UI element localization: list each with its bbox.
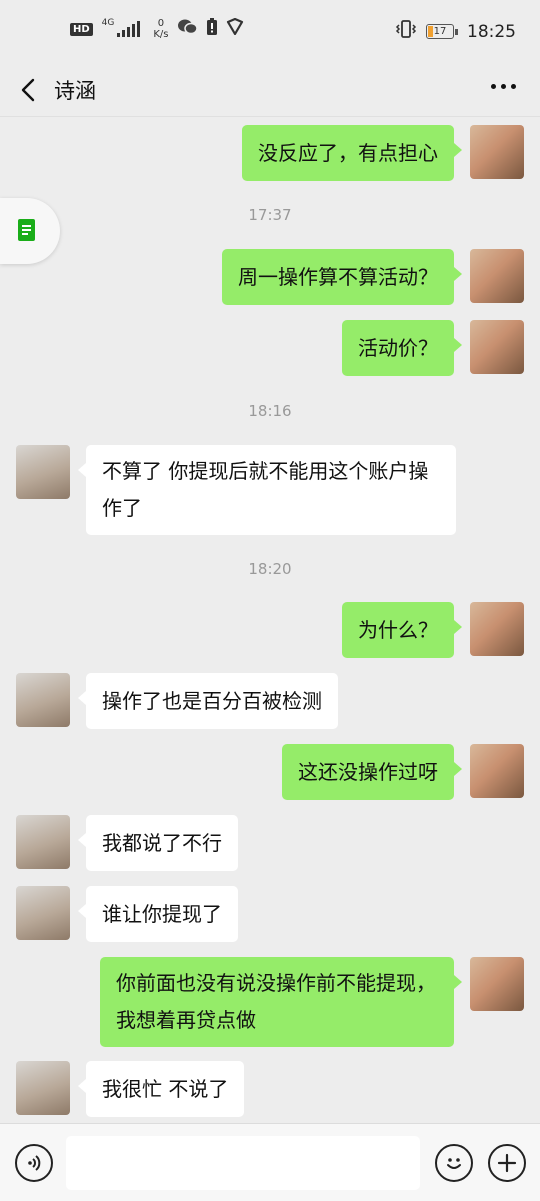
my-message-bubble[interactable]: 为什么？ <box>342 602 462 658</box>
my-message-bubble[interactable]: 活动价？ <box>342 320 462 376</box>
contact-avatar[interactable] <box>16 673 70 727</box>
battery-alert-icon <box>206 18 217 40</box>
my-message-bubble[interactable]: 没反应了，有点担心 <box>242 125 462 181</box>
contact-avatar[interactable] <box>16 445 70 499</box>
input-bar <box>0 1123 540 1201</box>
contact-message-bubble[interactable]: 谁让你提现了 <box>78 886 238 942</box>
vibrate-icon <box>395 20 417 43</box>
contact-avatar[interactable] <box>16 1061 70 1115</box>
my-avatar[interactable] <box>470 249 524 303</box>
battery-level: 17 <box>433 26 447 37</box>
network-speed: 0 K/s <box>153 18 168 40</box>
my-avatar[interactable] <box>470 320 524 374</box>
chat-header: 诗涵 <box>0 64 540 117</box>
voice-icon[interactable] <box>15 1144 53 1182</box>
timestamp: 17:37 <box>248 206 292 224</box>
status-bar: HD 4G 0 K/s 17 18:25 <box>0 0 540 64</box>
my-avatar[interactable] <box>470 744 524 798</box>
speed-unit: K/s <box>153 29 169 40</box>
my-message-bubble[interactable]: 你前面也没有说没操作前不能提现，我想着再贷点做 <box>100 957 462 1047</box>
my-avatar[interactable] <box>470 602 524 656</box>
wechat-notification-icon <box>177 19 198 40</box>
message-list[interactable]: 没反应了，有点担心 17:37 周一操作算不算活动？ 活动价？ 18:16 不算… <box>0 117 540 1123</box>
plus-icon[interactable] <box>488 1144 526 1182</box>
speed-value: 0 <box>157 18 165 29</box>
contact-avatar[interactable] <box>16 886 70 940</box>
status-time: 18:25 <box>467 21 516 42</box>
my-avatar[interactable] <box>470 957 524 1011</box>
battery-icon: 17 <box>426 24 458 39</box>
contact-message-bubble[interactable]: 我都说了不行 <box>78 815 238 871</box>
timestamp: 18:16 <box>248 402 292 420</box>
document-icon <box>18 219 35 241</box>
my-message-bubble[interactable]: 周一操作算不算活动？ <box>222 249 462 305</box>
my-message-bubble[interactable]: 这还没操作过呀 <box>282 744 462 800</box>
more-dots-icon[interactable] <box>491 84 516 89</box>
my-avatar[interactable] <box>470 125 524 179</box>
message-input[interactable] <box>66 1136 420 1190</box>
signal-icon <box>117 21 141 37</box>
contact-message-bubble[interactable]: 我很忙 不说了 <box>77 1061 245 1117</box>
hd-badge: HD <box>70 22 93 36</box>
timestamp: 18:20 <box>248 560 292 578</box>
chat-title: 诗涵 <box>54 79 96 103</box>
network-type: 4G <box>101 18 115 28</box>
shield-icon <box>226 17 244 40</box>
emoji-icon[interactable] <box>435 1144 473 1182</box>
contact-avatar[interactable] <box>16 815 70 869</box>
contact-message-bubble[interactable]: 操作了也是百分百被检测 <box>78 673 338 729</box>
contact-message-bubble[interactable]: 不算了 你提现后就不能用这个账户操作了 <box>78 445 456 535</box>
chevron-left-icon[interactable] <box>18 76 40 104</box>
